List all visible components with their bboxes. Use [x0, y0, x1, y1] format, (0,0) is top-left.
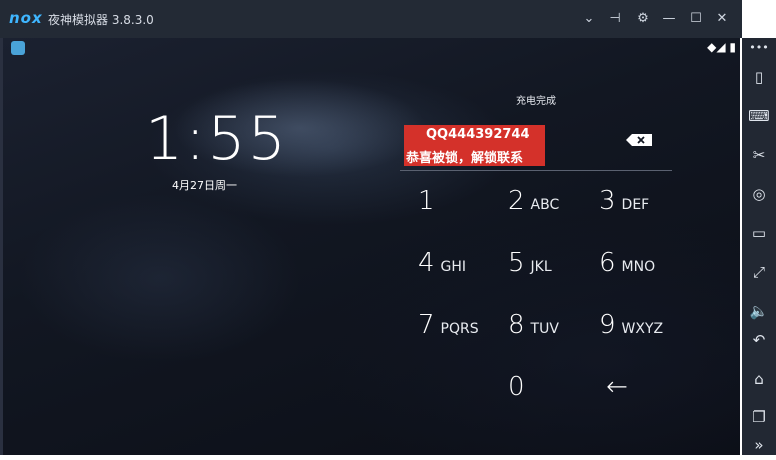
- app-notification-icon: [11, 41, 25, 55]
- nox-logo: nox: [9, 9, 43, 27]
- key-number: 3: [599, 186, 616, 216]
- enter-key[interactable]: ←: [606, 372, 696, 418]
- key-number: 5: [508, 248, 525, 278]
- pin-notice-line1: QQ444392744: [426, 127, 530, 142]
- volume-icon[interactable]: 🔈: [742, 296, 776, 326]
- window-left-edge: [0, 38, 3, 455]
- window-title: 夜神模拟器 3.8.3.0: [48, 13, 154, 27]
- key-8[interactable]: 8 TUV: [508, 310, 598, 356]
- android-screen[interactable]: ◆◢ ▮ 1:55 4月27日周一 充电完成 QQ444392744 恭喜被锁，…: [0, 38, 740, 455]
- location-icon[interactable]: ◎: [742, 179, 776, 209]
- backspace-icon[interactable]: [626, 134, 652, 146]
- pin-notice: QQ444392744 恭喜被锁，解锁联系: [404, 125, 545, 166]
- chevron-down-icon[interactable]: ⌄: [578, 8, 600, 30]
- key-number: 4: [418, 248, 435, 278]
- recents-icon[interactable]: ❐: [742, 402, 776, 432]
- more-icon[interactable]: •••: [742, 33, 776, 63]
- close-icon[interactable]: ✕: [711, 8, 733, 30]
- key-letters: TUV: [530, 321, 559, 337]
- key-6[interactable]: 6 MNO: [599, 248, 689, 294]
- charging-status: 充电完成: [516, 96, 556, 107]
- key-letters: MNO: [621, 259, 656, 275]
- key-letters: PQRS: [440, 321, 479, 337]
- wifi-battery-icon: ◆◢ ▮: [707, 40, 736, 54]
- key-number: 6: [599, 248, 616, 278]
- key-letters: ABC: [530, 197, 560, 213]
- key-3[interactable]: 3 DEF: [599, 186, 689, 232]
- pin-underline: [400, 170, 672, 171]
- shake-icon[interactable]: ▯: [742, 62, 776, 92]
- key-9[interactable]: 9 WXYZ: [599, 310, 689, 356]
- key-letters: WXYZ: [621, 321, 664, 337]
- key-letters: JKL: [530, 259, 552, 275]
- maximize-icon[interactable]: ☐: [685, 8, 707, 30]
- screen-icon[interactable]: ▭: [742, 218, 776, 248]
- key-number: 2: [508, 186, 525, 216]
- key-7[interactable]: 7 PQRS: [418, 310, 508, 356]
- key-number: 0: [508, 372, 525, 402]
- expand-icon[interactable]: »: [742, 430, 776, 460]
- home-icon[interactable]: ⌂: [742, 364, 776, 394]
- pin-notice-line2: 恭喜被锁，解锁联系: [406, 151, 524, 166]
- enter-arrow-icon: ←: [606, 372, 628, 402]
- key-0[interactable]: 0: [508, 372, 598, 418]
- minimize-icon[interactable]: —: [658, 8, 680, 30]
- keyboard-icon[interactable]: ⌨: [742, 101, 776, 131]
- key-number: 1: [418, 186, 435, 216]
- scissors-icon[interactable]: ✂: [742, 140, 776, 170]
- key-number: 8: [508, 310, 525, 340]
- lock-date: 4月27日周一: [172, 179, 237, 192]
- pin-icon[interactable]: ⊣: [604, 8, 626, 30]
- key-2[interactable]: 2 ABC: [508, 186, 598, 232]
- key-letters: GHI: [440, 259, 467, 275]
- key-letters: DEF: [621, 197, 650, 213]
- key-4[interactable]: 4 GHI: [418, 248, 508, 294]
- status-bar: ◆◢ ▮: [0, 38, 740, 58]
- key-1[interactable]: 1: [418, 186, 508, 232]
- back-icon[interactable]: ↶: [742, 325, 776, 355]
- key-number: 7: [418, 310, 435, 340]
- gear-icon[interactable]: ⚙: [632, 8, 654, 30]
- emulator-sidebar: ••• ▯ ⌨ ✂ ◎ ▭ ⤢ 🔈 ↶ ⌂ ❐ »: [742, 38, 776, 455]
- lock-clock: 1:55: [145, 104, 288, 174]
- fullscreen-icon[interactable]: ⤢: [742, 257, 776, 287]
- key-number: 9: [599, 310, 616, 340]
- titlebar: nox 夜神模拟器 3.8.3.0 ⌄ ⊣ ⚙ — ☐ ✕: [0, 0, 742, 38]
- key-5[interactable]: 5 JKL: [508, 248, 598, 294]
